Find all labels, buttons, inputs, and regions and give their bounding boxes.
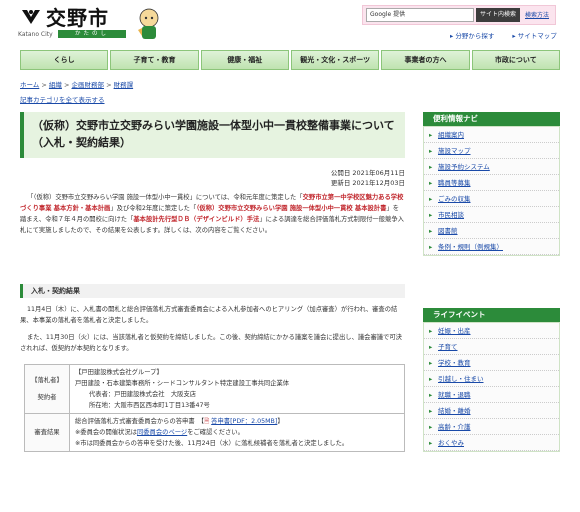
breadcrumb-org[interactable]: 組織 xyxy=(49,81,62,89)
contractor-label: 契約者 xyxy=(37,394,57,401)
sidebar-item-school[interactable]: 学校・教育 xyxy=(424,355,559,371)
sidebar-life-title: ライフイベント xyxy=(423,308,560,322)
nav-item-business[interactable]: 事業者の方へ xyxy=(381,50,470,70)
site-logo[interactable]: 交野市 xyxy=(20,8,109,28)
breadcrumb-sep: > xyxy=(63,81,72,89)
quicklink-sitemap-label[interactable]: サイトマップ xyxy=(518,32,557,40)
sidebar-item-elderly[interactable]: 高齢・介護 xyxy=(424,419,559,435)
sidebar-item-bereavement[interactable]: おくやみ xyxy=(424,435,559,451)
page-title: （仮称）交野市立交野みらい学園施設一体型小中一貫校整備事業について（入札・契約結… xyxy=(20,112,405,158)
nav-item-childcare[interactable]: 子育て・教育 xyxy=(110,50,199,70)
published-date: 公開日 2021年06月11日 xyxy=(330,169,405,177)
breadcrumb-sep: > xyxy=(106,81,114,89)
search-button[interactable]: サイト内検索 xyxy=(476,8,520,22)
sidebar-nav-list: 組織案内 施設マップ 施設予約システム 職員等募集 ごみの収集 市民相談 図書館… xyxy=(423,126,560,256)
sidebar-life: ライフイベント 妊娠・出産 子育て 学校・教育 引越し・住まい 就職・退職 結婚… xyxy=(423,308,560,452)
nav-item-tourism[interactable]: 観光・文化・スポーツ xyxy=(290,50,380,70)
sidebar-item-garbage[interactable]: ごみの収集 xyxy=(424,191,559,207)
breadcrumb-section[interactable]: 財務課 xyxy=(114,81,134,89)
nav-item-city[interactable]: 市政について xyxy=(471,50,560,70)
review-text: 総合評価落札方式審査委員会からの答申書 【 xyxy=(75,418,205,425)
nav-item-health[interactable]: 健康・福祉 xyxy=(200,50,289,70)
table-row: 【落札者】 契約者 【戸田建設株式会社グループ】 戸田建設・石本建築事務所・シー… xyxy=(24,364,405,414)
page-dates: 公開日 2021年06月11日 更新日 2021年12月03日 xyxy=(280,168,405,188)
review-text-end: 】 xyxy=(277,418,284,425)
review-line-1: 総合評価落札方式審査委員会からの答申書 【🗎 答申書[PDF：2.05MB]】 xyxy=(75,416,399,427)
logo-sub-jp: かたのし xyxy=(58,30,126,38)
global-nav: くらし 子育て・教育 健康・福祉 観光・文化・スポーツ 事業者の方へ 市政につい… xyxy=(20,50,560,70)
table-cell-review: 総合評価落札方式審査委員会からの答申書 【🗎 答申書[PDF：2.05MB]】 … xyxy=(69,413,405,452)
review-line-3: ※市は同委員会からの答申を受けた後、11月24日（水）に落札候補者を落札者と決定… xyxy=(75,440,349,447)
breadcrumb-home[interactable]: ホーム xyxy=(20,81,39,89)
quicklink-category-label[interactable]: 分野から探す xyxy=(455,32,494,40)
result-paragraph-2: また、11月30日（火）には、当該落札者と仮契約を締結しました。この後、契約締結… xyxy=(20,334,402,352)
sidebar-item-pregnancy[interactable]: 妊娠・出産 xyxy=(424,323,559,339)
result-table: 【落札者】 契約者 【戸田建設株式会社グループ】 戸田建設・石本建築事務所・シー… xyxy=(24,364,405,452)
sidebar-item-org[interactable]: 組織案内 xyxy=(424,127,559,143)
nav-item-life[interactable]: くらし xyxy=(20,50,109,70)
review-note-a: ※委員会の開催状況は xyxy=(75,429,137,436)
review-line-2: ※委員会の開催状況は同委員会のページをご確認ください。 xyxy=(75,427,399,438)
sidebar-item-map[interactable]: 施設マップ xyxy=(424,143,559,159)
sidebar-item-moving[interactable]: 引越し・住まい xyxy=(424,371,559,387)
updated-date: 更新日 2021年12月03日 xyxy=(330,179,405,187)
quicklink-sitemap[interactable]: ▸ サイトマップ xyxy=(512,32,564,40)
site-header: 交野市 Katano City かたのし Google 提供 サイト内検索 検索… xyxy=(0,0,580,48)
intro-text-1: 「（仮称）交野市立交野みらい学園 施設一体型小中一貫校」については、令和元年度に… xyxy=(27,194,303,201)
winner-rep: 代表者：戸田建設株式会社 大阪支店 xyxy=(89,391,197,398)
breadcrumb: ホーム > 組織 > 企画財務部 > 財務課 xyxy=(20,80,133,91)
logo-text: 交野市 xyxy=(46,6,109,30)
sidebar-life-list: 妊娠・出産 子育て 学校・教育 引越し・住まい 就職・退職 結婚・離婚 高齢・介… xyxy=(423,322,560,452)
winner-group: 【戸田建設株式会社グループ】 xyxy=(75,369,163,376)
sidebar-item-jobs[interactable]: 職員等募集 xyxy=(424,175,559,191)
section-title: 入札・契約結果 xyxy=(20,284,405,298)
search-howto-link[interactable]: 検索方法 xyxy=(525,10,549,19)
sidebar-item-marriage[interactable]: 結婚・離婚 xyxy=(424,403,559,419)
table-label-review: 審査結果 xyxy=(24,413,70,452)
quicklink-category[interactable]: ▸ 分野から探す xyxy=(450,32,502,40)
quicklinks: ▸ 分野から探す ▸ サイトマップ xyxy=(450,30,573,40)
intro-text-2: 」及び令和2年度に策定した「 xyxy=(110,205,197,212)
sidebar-item-regulations[interactable]: 条例・規則（例規集） xyxy=(424,239,559,255)
intro-paragraph: 「（仮称）交野市立交野みらい学園 施設一体型小中一貫校」については、令和元年度に… xyxy=(20,192,405,236)
table-row: 審査結果 総合評価落札方式審査委員会からの答申書 【🗎 答申書[PDF：2.05… xyxy=(24,413,405,452)
sidebar-item-booking[interactable]: 施設予約システム xyxy=(424,159,559,175)
committee-page-link[interactable]: 同委員会のページ xyxy=(137,429,187,436)
winner-members: 戸田建設・石本建築事務所・シードコンサルタント特定建設工事共同企業体 xyxy=(75,380,290,387)
breadcrumb-dept[interactable]: 企画財務部 xyxy=(72,81,105,89)
mascot-icon xyxy=(138,8,159,39)
pdf-link[interactable]: 答申書[PDF：2.05MB] xyxy=(211,418,277,425)
logo-sub-en: Katano City xyxy=(18,31,53,38)
sidebar-nav: 便利情報ナビ 組織案内 施設マップ 施設予約システム 職員等募集 ごみの収集 市… xyxy=(423,112,560,256)
intro-highlight-2: （仮称）交野市立交野みらい学園 施設一体型小中一貫校 基本設計書 xyxy=(196,205,387,212)
breadcrumb-sep: > xyxy=(41,81,49,89)
sidebar-item-library[interactable]: 図書館 xyxy=(424,223,559,239)
table-cell-winner: 【戸田建設株式会社グループ】 戸田建設・石本建築事務所・シードコンサルタント特定… xyxy=(69,364,405,414)
result-paragraph-1: 11月4日（木）に、入札書の開札と総合評価落札方式審査委員会による入札参加者への… xyxy=(20,306,398,324)
sidebar-item-childrearing[interactable]: 子育て xyxy=(424,339,559,355)
sidebar-item-consult[interactable]: 市民相談 xyxy=(424,207,559,223)
intro-highlight-3: 基本設計先行型ＤＢ（デザインビルド）手法 xyxy=(133,216,260,223)
city-emblem-icon xyxy=(22,10,40,24)
table-label-winner: 【落札者】 契約者 xyxy=(24,364,70,414)
review-note-b: をご確認ください。 xyxy=(187,429,244,436)
show-categories-link[interactable]: 記事カテゴリを全て表示する xyxy=(20,94,105,104)
search-input[interactable]: Google 提供 xyxy=(366,8,474,22)
winner-address: 所在地：大阪市西区西本町1丁目13番47号 xyxy=(89,402,210,409)
sidebar-item-employment[interactable]: 就職・退職 xyxy=(424,387,559,403)
winner-label: 【落札者】 xyxy=(31,377,63,384)
sidebar-nav-title: 便利情報ナビ xyxy=(423,112,560,126)
